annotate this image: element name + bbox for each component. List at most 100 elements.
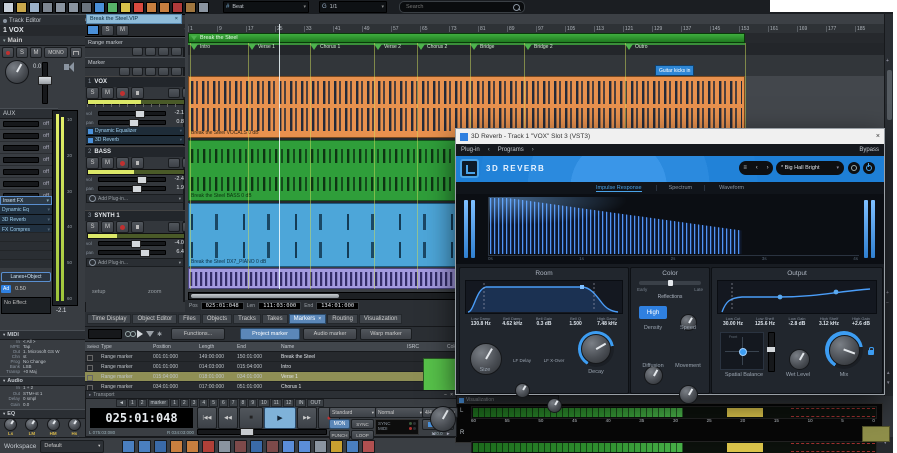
nudge-right-icon[interactable]: ► bbox=[446, 431, 450, 436]
crossfade-icon[interactable] bbox=[107, 2, 118, 13]
paste-icon[interactable] bbox=[81, 2, 92, 13]
pan-slider[interactable] bbox=[98, 186, 166, 191]
settings-icon[interactable] bbox=[198, 2, 209, 13]
aux-send-row[interactable]: off bbox=[0, 118, 52, 130]
pos-value[interactable]: 025:01:048 bbox=[201, 302, 244, 310]
volume-fader-handle[interactable] bbox=[38, 76, 52, 85]
record-arm-button[interactable] bbox=[116, 157, 129, 169]
object-mode-icon[interactable] bbox=[218, 440, 231, 453]
marker-prev-button[interactable] bbox=[119, 67, 130, 76]
cue-button[interactable]: 8 bbox=[239, 399, 248, 407]
cue-button[interactable]: 10 bbox=[258, 399, 270, 407]
aux-send-row[interactable]: off bbox=[0, 166, 52, 178]
project-marker-button[interactable]: Project marker bbox=[240, 328, 300, 340]
search-box[interactable] bbox=[399, 1, 525, 13]
pan-slider[interactable] bbox=[98, 250, 166, 255]
mix-lock-icon[interactable] bbox=[868, 350, 874, 355]
programs-menu[interactable]: Programs bbox=[498, 147, 524, 153]
song-range-marker[interactable]: Break the Steel bbox=[188, 33, 745, 43]
decay-knob[interactable] bbox=[578, 331, 614, 367]
cue-button[interactable]: 6 bbox=[219, 399, 228, 407]
collapsed-lane[interactable] bbox=[188, 55, 884, 76]
insert-slot[interactable]: 3D Reverb ▾ bbox=[86, 136, 184, 145]
insert-slot[interactable]: Dynamic Equalizer ▾ bbox=[86, 127, 184, 136]
tab-files[interactable]: Files bbox=[178, 314, 201, 324]
object-editor-icon[interactable] bbox=[94, 2, 105, 13]
record-options-icon[interactable] bbox=[172, 2, 183, 13]
section-marker[interactable]: Intro bbox=[190, 44, 210, 50]
cut-icon[interactable] bbox=[55, 2, 66, 13]
section-marker[interactable]: Verse 2 bbox=[374, 44, 401, 50]
aux-send-row[interactable]: off bbox=[0, 142, 52, 154]
room-damping-graph[interactable] bbox=[465, 280, 623, 314]
metronome-icon[interactable] bbox=[185, 2, 196, 13]
play-marker-icon[interactable] bbox=[137, 330, 143, 338]
copy-icon[interactable] bbox=[68, 2, 79, 13]
power-icon[interactable] bbox=[863, 162, 875, 174]
eq-band-knob[interactable] bbox=[47, 418, 60, 431]
go-start-button[interactable]: |◀◀ bbox=[197, 407, 217, 429]
cue-button[interactable]: 2 bbox=[180, 399, 189, 407]
tab-close-icon[interactable]: × bbox=[318, 316, 321, 322]
close-icon[interactable]: × bbox=[876, 133, 880, 140]
solo-button[interactable]: S bbox=[86, 221, 99, 233]
new-project-icon[interactable] bbox=[3, 2, 14, 13]
cue-button[interactable]: 1 bbox=[128, 399, 137, 407]
scroll-up-icon[interactable]: ▲ bbox=[886, 370, 890, 375]
room-param[interactable]: High Damp 7.48 kHz bbox=[591, 316, 623, 327]
mute-button[interactable]: M bbox=[101, 87, 114, 99]
range-prev-button[interactable] bbox=[132, 47, 143, 56]
solo-tool-icon[interactable] bbox=[186, 440, 199, 453]
cue-button[interactable]: 12 bbox=[283, 399, 295, 407]
find-icon[interactable] bbox=[125, 330, 134, 338]
reflection-slider[interactable] bbox=[639, 281, 701, 285]
marker-color-swatch[interactable] bbox=[423, 358, 459, 394]
audio-row[interactable]: Gain 0.0 bbox=[0, 402, 85, 408]
cue-button[interactable]: 11 bbox=[271, 399, 282, 407]
zoom-out-button[interactable]: − bbox=[886, 300, 889, 306]
loop-view-icon[interactable] bbox=[250, 440, 263, 453]
undo-icon[interactable] bbox=[146, 2, 157, 13]
vscroll-thumb[interactable] bbox=[887, 70, 892, 120]
column-position[interactable]: Position bbox=[151, 344, 197, 350]
output-eq-graph[interactable] bbox=[717, 280, 877, 314]
room-param[interactable]: Bell Damp 4.62 kHz bbox=[497, 316, 529, 327]
tab-takes[interactable]: Takes bbox=[262, 314, 288, 324]
zoom-link[interactable]: zoom bbox=[148, 289, 161, 295]
track-strip-header-vox[interactable]: 1 VOX ▾ bbox=[85, 76, 191, 87]
workspace-dropdown[interactable]: Default ▾ bbox=[40, 440, 104, 453]
view-eye-icon[interactable] bbox=[234, 440, 247, 453]
lock-icon[interactable] bbox=[168, 158, 180, 168]
cue-button[interactable]: 3 bbox=[190, 399, 199, 407]
cue-button[interactable]: 2 bbox=[138, 399, 147, 407]
cue-button[interactable]: marker bbox=[148, 399, 170, 407]
solo-all-button[interactable]: S bbox=[101, 25, 114, 36]
mute-button[interactable]: M bbox=[101, 157, 114, 169]
shuttle-slider[interactable] bbox=[197, 429, 327, 435]
column-end[interactable]: End bbox=[235, 344, 279, 350]
annotation-flag[interactable]: Guitar kicks in bbox=[655, 65, 694, 76]
zoom-range-icon[interactable] bbox=[314, 440, 327, 453]
tab-close-icon[interactable]: × bbox=[175, 16, 178, 22]
lf-delay-knob[interactable] bbox=[515, 383, 530, 398]
midi-row[interactable]: Transp +0 Maj bbox=[0, 369, 85, 374]
volume-slider[interactable] bbox=[98, 111, 166, 116]
mute-all-button[interactable]: M bbox=[116, 25, 129, 36]
speaker-icon[interactable] bbox=[64, 64, 69, 70]
grid-view-icon[interactable] bbox=[122, 440, 135, 453]
draw-tool-icon[interactable] bbox=[362, 440, 375, 453]
tab-markers[interactable]: Markers × bbox=[289, 314, 327, 324]
section-marker[interactable]: Chorus 1 bbox=[310, 44, 340, 50]
column-name[interactable]: Name bbox=[279, 344, 405, 350]
mode-dropdown[interactable]: Standard ▾ bbox=[329, 407, 377, 418]
no-effect-box[interactable]: No Effect bbox=[1, 297, 51, 314]
section-marker[interactable]: Bridge bbox=[470, 44, 494, 50]
output-param[interactable]: Low Cut 30.00 Hz bbox=[717, 316, 749, 327]
flag-icon[interactable] bbox=[346, 440, 359, 453]
section-marker[interactable]: Chorus 2 bbox=[417, 44, 447, 50]
preset-next-icon[interactable]: › bbox=[767, 165, 769, 171]
output-param[interactable]: High Shelf 3.12 kHz bbox=[813, 316, 845, 327]
monitor-button[interactable]: MON bbox=[329, 419, 350, 429]
track-strip-header-synth[interactable]: 3 SYNTH 1 ▾ bbox=[85, 210, 191, 221]
add-plugin-slot[interactable]: Add Plug-in... ▾ bbox=[86, 258, 184, 267]
